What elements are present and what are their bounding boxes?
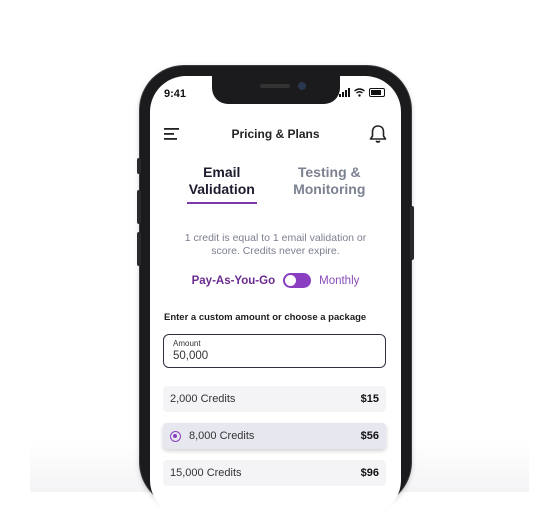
phone-screen: 9:41 Pricing & Plans Email Validation Te… — [150, 76, 401, 516]
credit-info-line1: 1 credit is equal to 1 email validation … — [184, 232, 367, 244]
radio-selected-icon — [170, 430, 181, 442]
credit-info-line2: score. Credits never expire. — [211, 245, 340, 257]
package-option[interactable]: 2,000 Credits $15 — [163, 386, 386, 412]
package-price: $15 — [360, 393, 379, 405]
amount-input[interactable]: Amount 50,000 — [163, 334, 386, 368]
monthly-label: Monthly — [319, 274, 360, 287]
package-price: $56 — [360, 430, 379, 442]
notch — [212, 76, 340, 104]
tab-testing-line1: Testing & — [297, 164, 361, 180]
camera — [298, 82, 306, 90]
app-header: Pricing & Plans — [164, 120, 387, 148]
page-title: Pricing & Plans — [231, 127, 320, 141]
billing-toggle-row: Pay-As-You-Go Monthly — [150, 273, 401, 288]
tab-testing-monitoring[interactable]: Testing & Monitoring — [276, 164, 384, 204]
tab-email-line2: Validation — [188, 181, 255, 197]
amount-label: Amount — [173, 339, 201, 348]
speaker — [260, 84, 290, 88]
active-tab-indicator — [186, 202, 257, 204]
product-tabs: Email Validation Testing & Monitoring — [150, 164, 401, 204]
phone-frame: 9:41 Pricing & Plans Email Validation Te… — [137, 66, 414, 516]
amount-value: 50,000 — [173, 350, 209, 362]
package-option-selected[interactable]: 8,000 Credits $56 — [163, 423, 386, 449]
credit-info: 1 credit is equal to 1 email validation … — [168, 232, 383, 258]
package-prompt: Enter a custom amount or choose a packag… — [164, 312, 367, 323]
signal-icon — [339, 88, 350, 97]
bell-icon[interactable] — [369, 124, 387, 144]
package-option[interactable]: 15,000 Credits $96 — [163, 460, 386, 486]
billing-toggle[interactable] — [283, 273, 312, 288]
volume-down-button — [137, 232, 141, 266]
status-time: 9:41 — [164, 88, 187, 100]
package-credits: 2,000 Credits — [170, 393, 236, 405]
menu-icon[interactable] — [164, 126, 182, 142]
wifi-icon — [354, 88, 365, 97]
tab-email-line1: Email — [203, 164, 241, 180]
pay-as-you-go-label: Pay-As-You-Go — [191, 274, 276, 287]
tab-email-validation[interactable]: Email Validation — [168, 164, 276, 204]
package-credits: 15,000 Credits — [170, 467, 242, 479]
mute-switch — [137, 158, 141, 174]
package-credits: 8,000 Credits — [189, 430, 255, 442]
battery-icon — [369, 88, 385, 97]
status-icons — [339, 88, 385, 97]
toggle-knob — [285, 275, 297, 286]
power-button — [410, 206, 414, 260]
tab-testing-line2: Monitoring — [293, 181, 366, 197]
package-price: $96 — [360, 467, 379, 479]
volume-up-button — [137, 190, 141, 224]
